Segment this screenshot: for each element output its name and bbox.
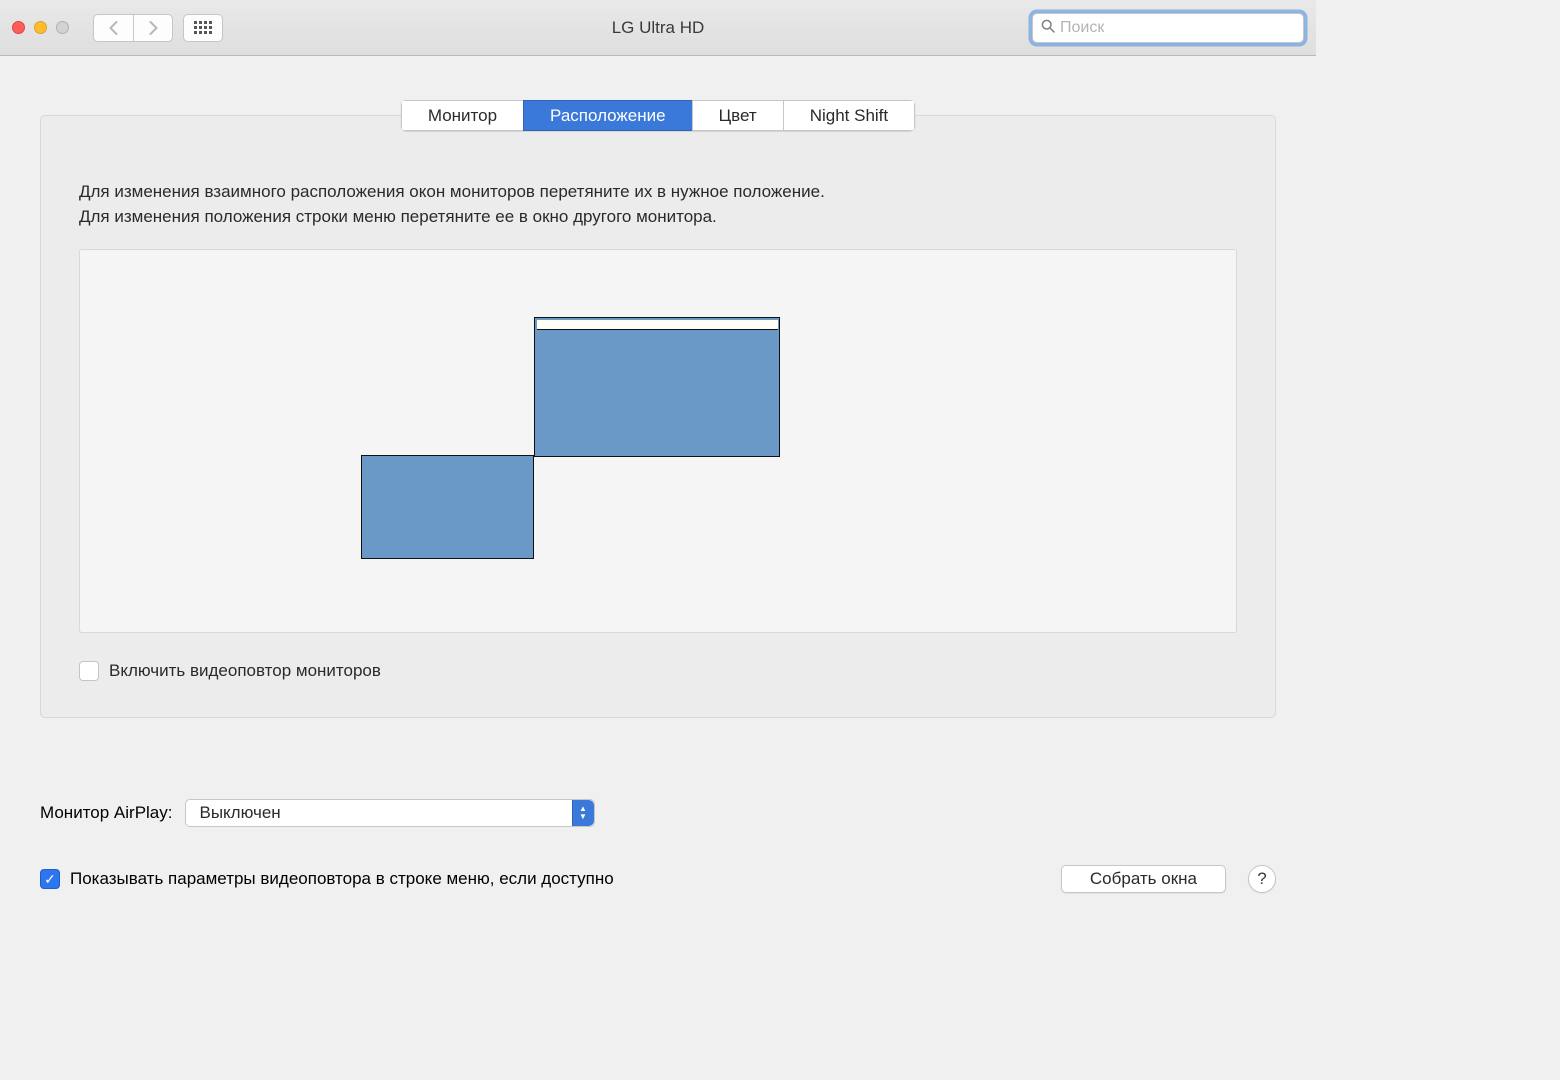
footer: Монитор AirPlay: Выключен ▲▼ ✓ Показыват… (40, 799, 1276, 911)
airplay-label: Монитор AirPlay: (40, 803, 173, 823)
show-all-button[interactable] (183, 14, 223, 42)
mirror-displays-row[interactable]: Включить видеоповтор мониторов (79, 661, 1237, 681)
mirror-displays-checkbox[interactable] (79, 661, 99, 681)
back-button[interactable] (93, 14, 133, 42)
search-icon (1041, 19, 1055, 37)
search-input[interactable] (1060, 19, 1295, 37)
instructions: Для изменения взаимного расположения око… (79, 180, 1237, 229)
show-mirror-menubar-checkbox[interactable]: ✓ (40, 869, 60, 889)
tab-night-shift[interactable]: Night Shift (783, 100, 915, 131)
mirror-displays-label: Включить видеоповтор мониторов (109, 661, 381, 681)
close-window-button[interactable] (12, 21, 25, 34)
nav-buttons (93, 14, 173, 42)
grid-icon (194, 21, 212, 34)
help-button[interactable]: ? (1248, 865, 1276, 893)
instruction-line-1: Для изменения взаимного расположения око… (79, 180, 1237, 205)
show-mirror-menubar-label: Показывать параметры видеоповтора в стро… (70, 869, 614, 889)
tab-arrangement[interactable]: Расположение (523, 100, 692, 131)
gather-windows-button[interactable]: Собрать окна (1061, 865, 1226, 893)
airplay-select[interactable]: Выключен ▲▼ (185, 799, 595, 827)
airplay-row: Монитор AirPlay: Выключен ▲▼ (40, 799, 1276, 827)
display-secondary[interactable] (361, 455, 534, 559)
titlebar: LG Ultra HD (0, 0, 1316, 56)
arrangement-area[interactable] (79, 249, 1237, 633)
tab-strip: Монитор Расположение Цвет Night Shift (401, 100, 915, 131)
tab-monitor[interactable]: Монитор (401, 100, 523, 131)
arrangement-panel: Для изменения взаимного расположения око… (40, 115, 1276, 718)
menubar-indicator[interactable] (537, 320, 778, 330)
minimize-window-button[interactable] (34, 21, 47, 34)
tabbar: Монитор Расположение Цвет Night Shift (40, 56, 1276, 131)
traffic-lights (12, 21, 69, 34)
display-primary[interactable] (534, 317, 780, 457)
tab-color[interactable]: Цвет (692, 100, 783, 131)
airplay-select-value: Выключен (200, 803, 281, 823)
bottom-row: ✓ Показывать параметры видеоповтора в ст… (40, 865, 1276, 893)
select-arrows-icon: ▲▼ (572, 800, 594, 826)
chevron-right-icon (149, 21, 158, 35)
instruction-line-2: Для изменения положения строки меню пере… (79, 205, 1237, 230)
fullscreen-window-button (56, 21, 69, 34)
forward-button[interactable] (133, 14, 173, 42)
chevron-left-icon (109, 21, 118, 35)
search-field-wrap[interactable] (1032, 13, 1304, 43)
content: Монитор Расположение Цвет Night Shift Дл… (0, 56, 1316, 911)
window-title: LG Ultra HD (612, 18, 705, 38)
